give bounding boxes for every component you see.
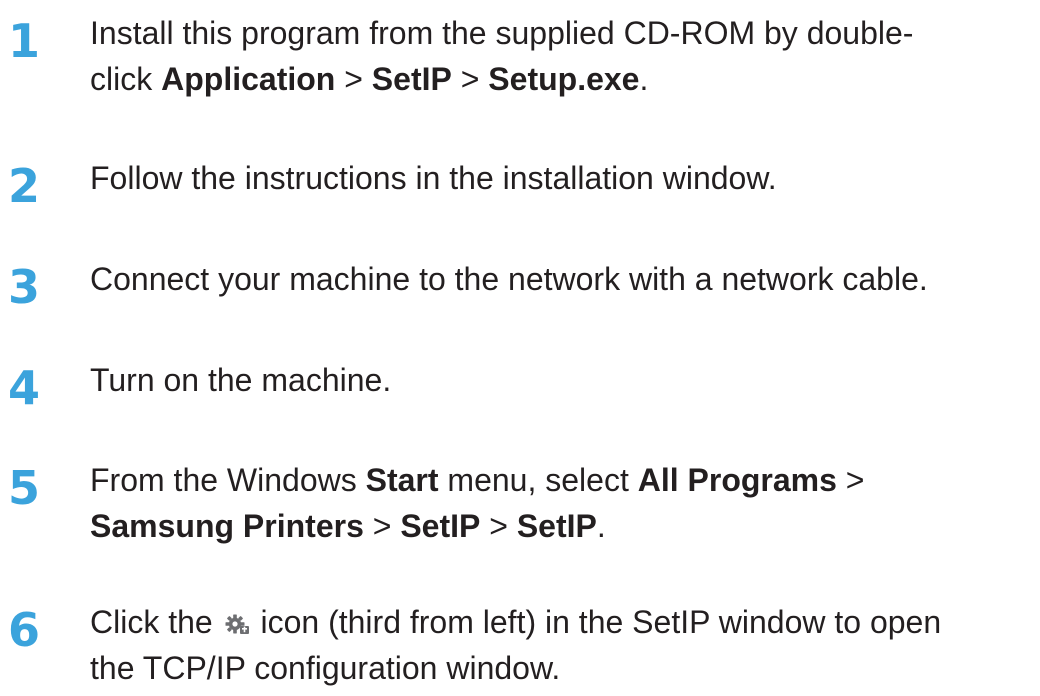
step-text: > <box>480 508 517 544</box>
step-text: . <box>596 508 606 544</box>
step-text: > <box>451 61 489 97</box>
step-text: click <box>90 61 162 97</box>
step-text-line: Install this program from the supplied C… <box>90 10 1030 56</box>
menu-path-item: All Programs <box>637 462 837 498</box>
step-text: Connect your machine to the network with… <box>90 261 928 297</box>
step-text: > <box>335 61 372 97</box>
step-number: 6 <box>8 603 41 657</box>
menu-path-item: Samsung Printers <box>90 508 364 544</box>
step-text-line: Connect your machine to the network with… <box>90 256 1030 302</box>
step-text-line: click Application > SetIP > Setup.exe. <box>90 56 1030 102</box>
step-text: icon (third from left) in the SetIP wind… <box>251 604 942 640</box>
step-text-line: From the Windows Start menu, select All … <box>90 457 1030 503</box>
menu-path-item: Start <box>365 462 439 498</box>
step-text-line: the TCP/IP configuration window. <box>90 645 1030 691</box>
menu-path-item: SetIP <box>516 508 597 544</box>
step-text: From the Windows <box>90 462 366 498</box>
step-text: Install this program from the supplied C… <box>90 15 914 51</box>
step-text-line: Samsung Printers > SetIP > SetIP. <box>90 503 1030 549</box>
step-number: 2 <box>8 159 41 213</box>
step-number: 4 <box>8 361 41 415</box>
step-text: the TCP/IP configuration window. <box>90 650 561 686</box>
tcpip-config-gear-icon <box>224 601 250 634</box>
menu-path-item: Setup.exe <box>488 61 640 97</box>
step-text: Turn on the machine. <box>90 362 392 398</box>
step-text: menu, select <box>438 462 638 498</box>
menu-path-item: SetIP <box>400 508 481 544</box>
step-number: 1 <box>8 14 41 68</box>
step-text: Click the <box>90 604 222 640</box>
step-text-line: Turn on the machine. <box>90 357 1030 403</box>
step-text: Follow the instructions in the installat… <box>90 160 777 196</box>
step-text-line: Click the icon (third from left) in the … <box>90 599 1030 645</box>
step-number: 5 <box>8 461 41 515</box>
menu-path-item: Application <box>161 61 336 97</box>
step-text: > <box>363 508 401 544</box>
menu-path-item: SetIP <box>371 61 452 97</box>
step-number: 3 <box>8 260 41 314</box>
step-text: > <box>836 462 865 498</box>
step-text-line: Follow the instructions in the installat… <box>90 155 1030 201</box>
step-text: . <box>639 61 649 97</box>
